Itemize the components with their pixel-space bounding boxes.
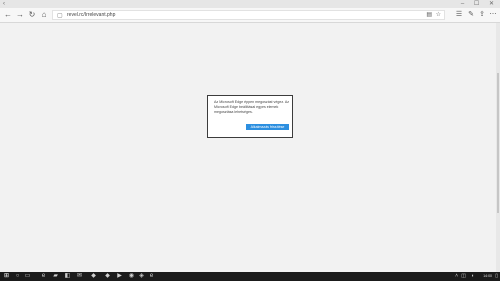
taskbar: ⊞ ○ ▭ e ▰ ◧ ✉ ◆ ◆ ▶ ◉ ◈ e ˄ ◫ ◖ 14:00 ▯ xyxy=(0,272,500,281)
back-button[interactable]: ← xyxy=(3,10,13,20)
more-menu-icon[interactable]: ⋯ xyxy=(488,10,498,20)
task-view-icon[interactable]: ▭ xyxy=(24,273,31,280)
tray-chevron-icon[interactable]: ˄ xyxy=(455,273,458,280)
forward-button[interactable]: → xyxy=(15,10,25,20)
vertical-scrollbar[interactable] xyxy=(496,23,500,272)
navigation-bar: ← → ↻ ⌂ ▢ revel.rc/Irrelevant.php ▤ ☆ ☰ … xyxy=(0,8,500,23)
file-explorer-icon[interactable]: ▰ xyxy=(52,273,59,280)
page-info-icon[interactable]: ▢ xyxy=(57,12,63,20)
chrome-icon[interactable]: ◉ xyxy=(128,273,135,280)
alert-dialog: Az Microsoft Edge éppen megoszást végez.… xyxy=(207,95,293,138)
update-app-button[interactable]: Alkalmazás frissítése xyxy=(246,124,289,130)
scroll-thumb[interactable] xyxy=(497,73,499,213)
page-content xyxy=(0,23,496,272)
network-icon[interactable]: ◫ xyxy=(461,273,466,280)
refresh-button[interactable]: ↻ xyxy=(27,10,37,20)
favorite-star-icon[interactable]: ☆ xyxy=(436,11,441,20)
volume-icon[interactable]: ◖ xyxy=(471,273,474,280)
notification-icon[interactable]: ▯ xyxy=(495,273,498,280)
tab-strip: ‹ ‒ ☐ ✕ xyxy=(0,0,500,8)
home-button[interactable]: ⌂ xyxy=(39,10,49,20)
app-icon[interactable]: ◈ xyxy=(138,273,145,280)
dialog-message: Az Microsoft Edge éppen megoszást végez.… xyxy=(214,100,290,114)
share-icon[interactable]: ⇪ xyxy=(477,10,487,20)
app-icon[interactable]: ◆ xyxy=(90,273,97,280)
tab-menu-icon[interactable]: ‹ xyxy=(3,0,5,8)
hub-icon[interactable]: ☰ xyxy=(454,10,464,20)
store-icon[interactable]: ◧ xyxy=(64,273,71,280)
media-icon[interactable]: ▶ xyxy=(116,273,123,280)
app-icon[interactable]: ◆ xyxy=(104,273,111,280)
clock[interactable]: 14:00 xyxy=(483,273,492,280)
address-bar[interactable]: ▢ revel.rc/Irrelevant.php ▤ ☆ xyxy=(52,10,445,20)
reading-view-icon[interactable]: ▤ xyxy=(426,11,432,20)
url-text[interactable]: revel.rc/Irrelevant.php xyxy=(67,11,115,20)
mail-icon[interactable]: ✉ xyxy=(76,273,83,280)
edge-app-icon[interactable]: e xyxy=(40,273,47,280)
windows-start-icon[interactable]: ⊞ xyxy=(3,273,10,280)
window-controls[interactable]: ‒ ☐ ✕ xyxy=(461,0,498,8)
search-icon[interactable]: ○ xyxy=(14,273,21,280)
web-note-icon[interactable]: ✎ xyxy=(466,10,476,20)
edge-active-icon[interactable]: e xyxy=(148,273,155,280)
